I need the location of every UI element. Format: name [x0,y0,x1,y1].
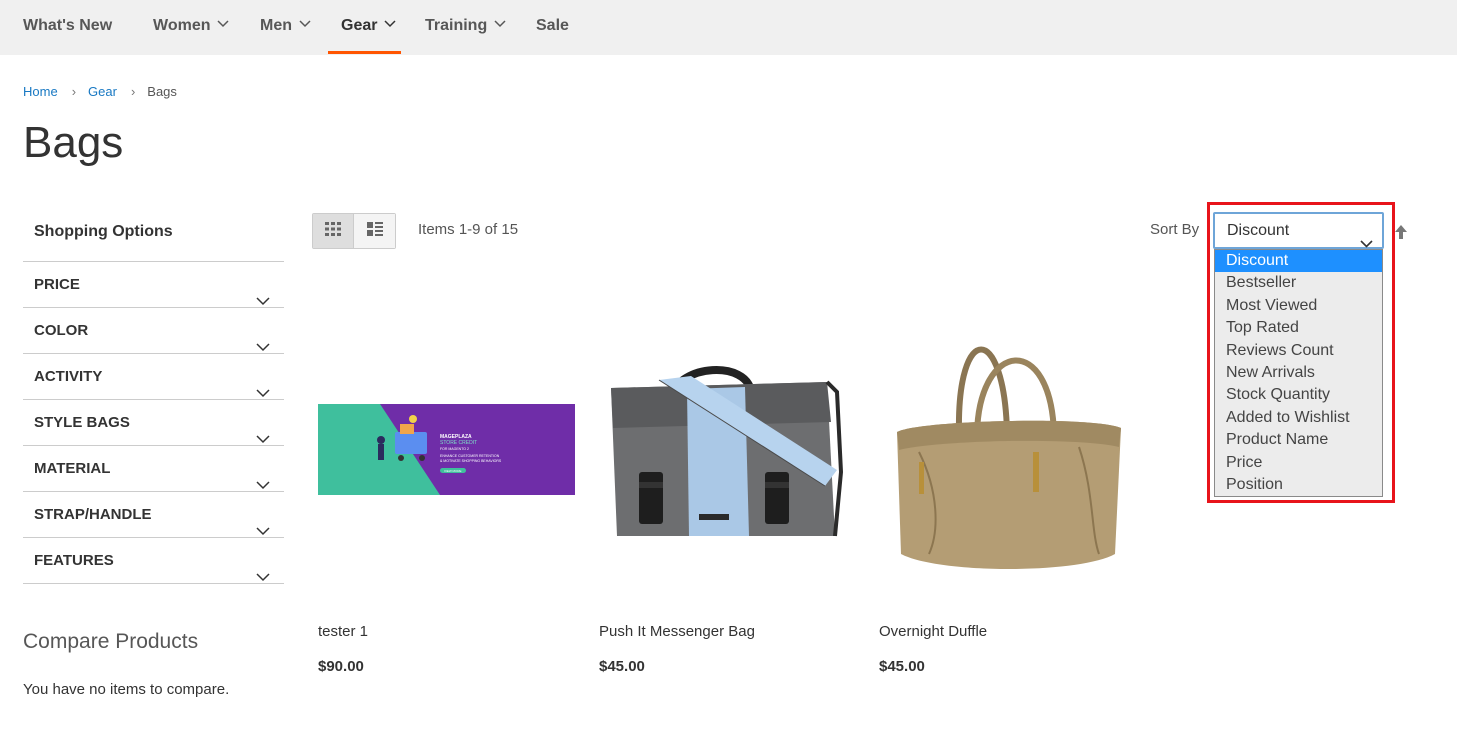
sort-option-reviews-count[interactable]: Reviews Count [1215,340,1382,362]
sort-option-bestseller[interactable]: Bestseller [1215,272,1382,294]
nav-item-women[interactable]: Women [153,0,230,55]
banner-cta: VIEW MORE [444,469,462,473]
filter-color[interactable]: COLOR [23,308,284,354]
top-navigation: What's New Women Men Gear Training Sale [0,0,1457,55]
product-image[interactable] [599,292,859,592]
banner-tagline: & MOTIVATE SHOPPING BEHAVIORS [440,459,502,463]
breadcrumb: Home › Gear › Bags [23,84,177,99]
sort-option-position[interactable]: Position [1215,474,1382,496]
nav-label: Women [153,17,211,35]
breadcrumb-home-link[interactable]: Home [23,84,58,99]
sort-direction-button[interactable] [1394,224,1408,245]
chevron-down-icon [217,0,230,50]
filter-features[interactable]: FEATURES [23,538,284,584]
filter-style-bags[interactable]: STYLE BAGS [23,400,284,446]
filter-label: STRAP/HANDLE [34,506,152,523]
sort-option-most-viewed[interactable]: Most Viewed [1215,295,1382,317]
sort-option-price[interactable]: Price [1215,452,1382,474]
chevron-down-icon [256,555,270,600]
nav-label: Training [425,17,488,35]
breadcrumb-gear-link[interactable]: Gear [88,84,117,99]
grid-view-button[interactable] [313,214,355,248]
chevron-down-icon [299,0,311,50]
nav-label: What's New [23,17,113,34]
filter-label: COLOR [34,322,89,339]
product-image[interactable]: MAGEPLAZA STORE CREDIT FOR MAGENTO 2 ENH… [318,292,578,592]
filter-label: MATERIAL [34,460,111,477]
filter-price[interactable]: PRICE [23,262,284,308]
product-price: $45.00 [879,658,925,675]
product-price: $90.00 [318,658,364,675]
nav-label: Men [260,17,292,35]
filter-label: ACTIVITY [34,368,103,385]
sort-option-new-arrivals[interactable]: New Arrivals [1215,362,1382,384]
sort-option-added-to-wishlist[interactable]: Added to Wishlist [1215,407,1382,429]
sort-by-label: Sort By [1150,221,1200,238]
product-name[interactable]: tester 1 [318,623,368,640]
arrow-up-icon [1394,225,1408,244]
sort-options-list: Discount Bestseller Most Viewed Top Rate… [1214,249,1383,497]
page-title: Bags [23,118,124,167]
filter-activity[interactable]: ACTIVITY [23,354,284,400]
filter-strap-handle[interactable]: STRAP/HANDLE [23,492,284,538]
nav-label: Gear [341,17,378,35]
sort-selected-value: Discount [1227,222,1290,239]
compare-products-title: Compare Products [23,630,199,653]
banner-subtitle: FOR MAGENTO 2 [440,447,469,451]
product-item[interactable]: Push It Messenger Bag $45.00 [599,292,859,675]
sort-by-select[interactable]: Discount [1213,212,1384,249]
product-item[interactable]: Overnight Duffle $45.00 [879,292,1139,675]
product-item[interactable]: MAGEPLAZA STORE CREDIT FOR MAGENTO 2 ENH… [318,292,578,675]
grid-icon [324,221,342,242]
sort-option-stock-quantity[interactable]: Stock Quantity [1215,384,1382,406]
filter-label: STYLE BAGS [34,414,130,431]
filter-label: FEATURES [34,552,114,569]
nav-label: Sale [536,17,569,34]
filter-material[interactable]: MATERIAL [23,446,284,492]
chevron-right-icon: › [130,84,136,99]
sort-option-top-rated[interactable]: Top Rated [1215,317,1382,339]
nav-item-sale[interactable]: Sale [536,0,569,55]
items-count: Items 1-9 of 15 [418,221,519,238]
active-nav-indicator [328,51,401,54]
chevron-down-icon [494,0,506,50]
product-image[interactable] [879,292,1139,592]
product-price: $45.00 [599,658,645,675]
shopping-options-title: Shopping Options [23,212,284,262]
sidebar: Shopping Options PRICE COLOR ACTIVITY ST… [23,212,284,584]
banner-product: STORE CREDIT [440,440,477,446]
list-icon [366,221,384,242]
nav-item-men[interactable]: Men [260,0,311,55]
breadcrumb-current: Bags [147,84,177,99]
view-mode-switcher [312,213,396,249]
product-name[interactable]: Overnight Duffle [879,623,987,640]
sort-option-discount[interactable]: Discount [1215,250,1382,273]
banner-tagline: ENHANCE CUSTOMER RETENTION [440,454,500,458]
compare-empty-message: You have no items to compare. [23,681,230,698]
sort-option-product-name[interactable]: Product Name [1215,429,1382,451]
nav-item-training[interactable]: Training [425,0,506,55]
chevron-down-icon [384,0,396,50]
product-name[interactable]: Push It Messenger Bag [599,623,755,640]
filter-label: PRICE [34,276,80,293]
nav-item-gear[interactable]: Gear [341,0,396,55]
nav-item-whats-new[interactable]: What's New [23,0,112,55]
chevron-right-icon: › [71,84,77,99]
list-view-button[interactable] [354,214,395,248]
